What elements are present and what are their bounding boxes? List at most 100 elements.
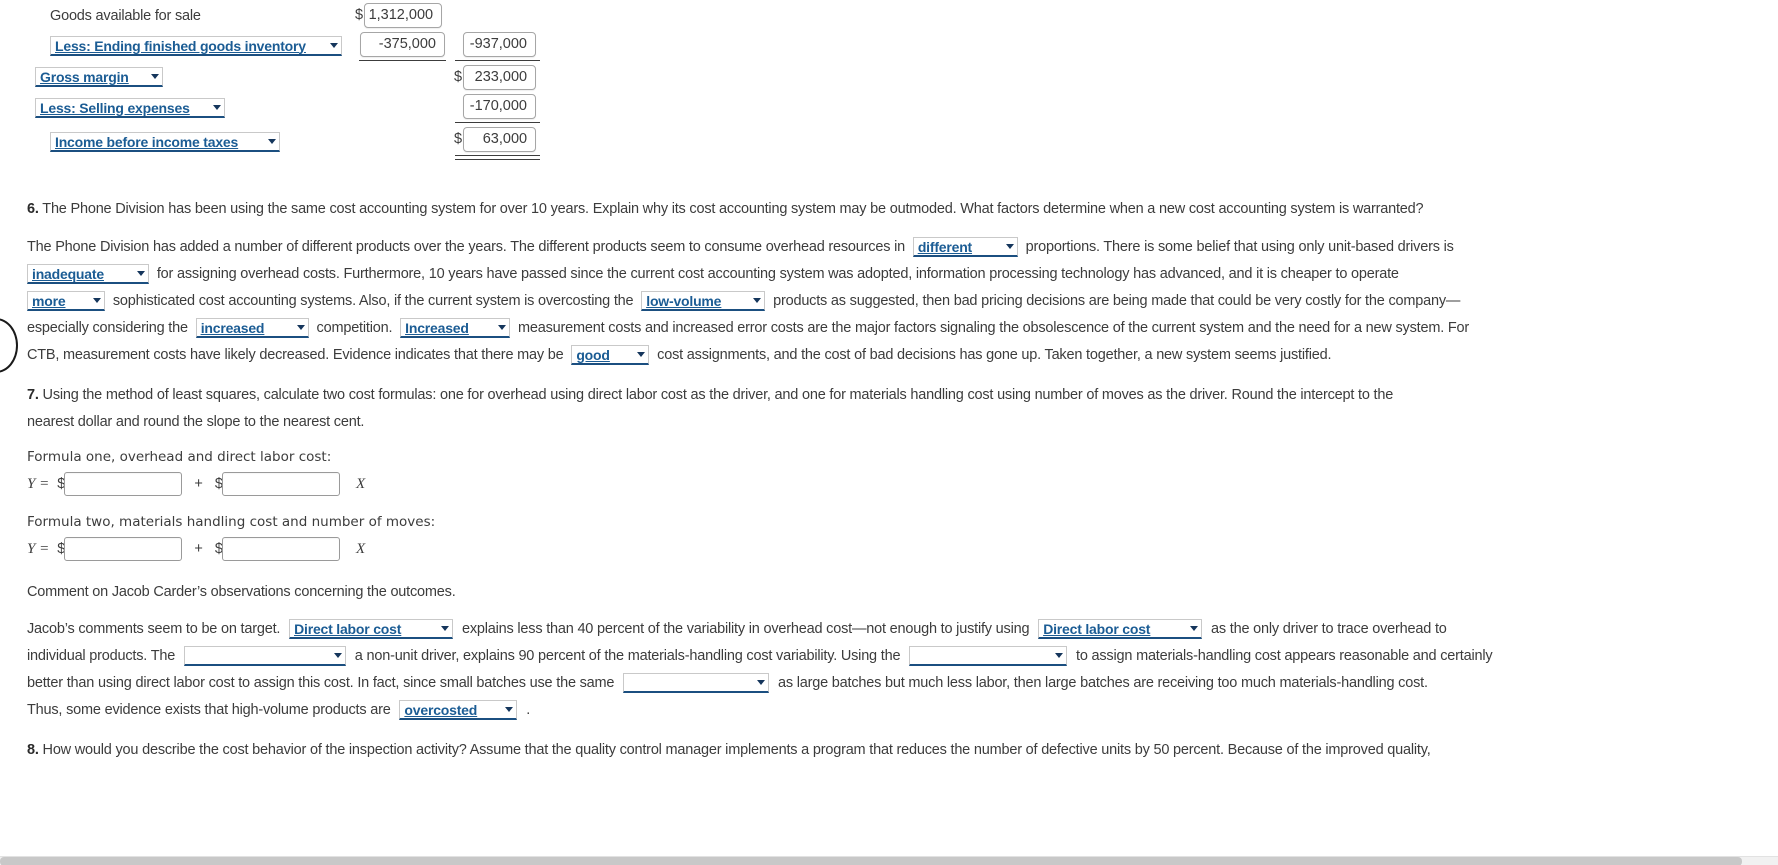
chevron-down-icon xyxy=(296,325,305,331)
q6-line5-text-b: cost assignments, and the cost of bad de… xyxy=(657,347,1332,363)
formula-two-y-label: Y = xyxy=(27,540,50,557)
income-statement-block: Goods available for sale $ 1,312,000 Les… xyxy=(0,0,620,165)
q6-line3-text-c: products as suggested, then bad pricing … xyxy=(773,293,1461,309)
chevron-down-icon xyxy=(151,74,159,79)
statement-rule-col2-a xyxy=(455,60,540,61)
q6-select-increased-competition[interactable]: increased xyxy=(195,318,309,339)
statement-select-income-before-taxes-label: Income before income taxes xyxy=(55,133,239,150)
q7-line2-text-b: a non-unit driver, explains 90 percent o… xyxy=(354,648,901,664)
statement-value-cogs[interactable]: -937,000 xyxy=(463,31,536,57)
q7-select-direct-labor-cost-1[interactable]: Direct labor cost xyxy=(289,619,454,640)
q6-select-different[interactable]: different xyxy=(912,237,1018,258)
q7-line2-text-a: individual products. The xyxy=(27,648,176,664)
q6-select-low-volume[interactable]: low-volume xyxy=(641,291,766,312)
q7-line4-text-a: Thus, some evidence exists that high-vol… xyxy=(27,702,391,718)
q6-select-increased-measurement-label: Increased xyxy=(405,319,469,336)
q7-select-non-unit-driver-1[interactable] xyxy=(183,646,346,667)
formula-two-x-label: X xyxy=(355,540,366,557)
q6-answer-line-5: CTB, measurement costs have likely decre… xyxy=(27,342,1332,369)
chevron-down-icon xyxy=(213,105,221,110)
q7-line2-text-c: to assign materials-handling cost appear… xyxy=(1076,648,1493,664)
statement-value-ending-inventory[interactable]: -375,000 xyxy=(360,31,445,57)
q7-line4-text-b: . xyxy=(526,702,531,718)
statement-value-gross-margin[interactable]: 233,000 xyxy=(463,64,537,90)
formula-one-slope-input[interactable] xyxy=(221,472,340,496)
dollar-sign: $ xyxy=(454,69,463,85)
q7-answer-line-3: better than using direct labor cost to a… xyxy=(27,670,1428,697)
dollar-sign: $ xyxy=(355,7,364,23)
formula-two-plus: + xyxy=(194,540,203,557)
q6-select-inadequate-label: inadequate xyxy=(32,265,104,282)
q6-select-more-label: more xyxy=(32,292,66,309)
statement-row-gross-margin: Gross margin xyxy=(35,64,163,90)
formula-two-row: Y = $ + $ X xyxy=(27,537,365,561)
q6-line4-text-b: competition. xyxy=(316,320,393,336)
q6-line4-text-c: measurement costs and increased error co… xyxy=(518,320,1470,336)
chevron-down-icon xyxy=(441,626,450,632)
statement-select-selling-expenses-label: Less: Selling expenses xyxy=(40,99,190,116)
dollar-sign: $ xyxy=(454,131,463,147)
statement-select-selling-expenses[interactable]: Less: Selling expenses xyxy=(35,98,225,118)
q7-answer-line-1: Jacob’s comments seem to be on target. D… xyxy=(27,616,1447,643)
chevron-down-icon xyxy=(137,271,145,277)
q6-select-increased-competition-label: increased xyxy=(200,319,265,336)
q7-line1-text-b: explains less than 40 percent of the var… xyxy=(461,621,1030,637)
q7-line1-text-c: as the only driver to trace overhead to xyxy=(1211,621,1447,637)
statement-label-goods-available: Goods available for sale xyxy=(50,8,201,24)
question-6-number: 6. xyxy=(27,201,39,217)
statement-select-income-before-taxes[interactable]: Income before income taxes xyxy=(50,132,280,152)
statement-value-selling-expenses[interactable]: -170,000 xyxy=(463,93,536,119)
question-7-number: 7. xyxy=(27,387,39,403)
q6-select-increased-measurement[interactable]: Increased xyxy=(400,318,511,339)
q7-select-non-unit-driver-3[interactable] xyxy=(623,673,770,694)
question-8-prompt-text: How would you describe the cost behavior… xyxy=(42,742,1431,758)
q6-answer-line-2: inadequate for assigning overhead costs.… xyxy=(27,261,1399,288)
formula-two-intercept-input[interactable] xyxy=(64,537,183,561)
q6-select-inadequate[interactable]: inadequate xyxy=(27,264,149,285)
q7-select-non-unit-driver-2[interactable] xyxy=(909,646,1068,667)
q6-select-good[interactable]: good xyxy=(571,345,650,366)
statement-value-goods-available-group: $ 1,312,000 xyxy=(355,2,443,28)
q7-select-overcosted[interactable]: overcosted xyxy=(399,700,518,721)
statement-row-income-before-taxes: Income before income taxes xyxy=(50,129,280,155)
statement-value-income-before-taxes[interactable]: 63,000 xyxy=(463,126,537,152)
q7-select-direct-labor-cost-2[interactable]: Direct labor cost xyxy=(1038,619,1203,640)
formula-two-slope-input[interactable] xyxy=(221,537,340,561)
chevron-down-icon xyxy=(333,653,342,659)
q6-answer-line-3: more sophisticated cost accounting syste… xyxy=(27,288,1460,315)
statement-rule-total-top xyxy=(455,155,540,156)
formula-one-plus: + xyxy=(194,475,203,492)
formula-one-intercept-input[interactable] xyxy=(64,472,183,496)
q7-select-overcosted-label: overcosted xyxy=(404,701,478,718)
q6-answer-line-4: especially considering the increased com… xyxy=(27,315,1469,342)
chevron-down-icon xyxy=(505,707,514,713)
chevron-down-icon xyxy=(93,298,101,304)
chevron-down-icon xyxy=(498,325,507,331)
statement-rule-col2-b xyxy=(455,122,540,123)
q6-select-more[interactable]: more xyxy=(27,291,105,312)
statement-select-ending-inventory[interactable]: Less: Ending finished goods inventory xyxy=(50,36,342,56)
q6-select-low-volume-label: low-volume xyxy=(646,292,722,309)
q7-comment-prompt: Comment on Jacob Carder’s observations c… xyxy=(27,584,456,600)
statement-select-ending-inventory-label: Less: Ending finished goods inventory xyxy=(55,37,306,54)
horizontal-scrollbar-thumb[interactable] xyxy=(0,857,1742,865)
chevron-down-icon xyxy=(1055,653,1064,659)
q7-line3-text-b: as large batches but much less labor, th… xyxy=(777,675,1428,691)
q6-select-good-label: good xyxy=(576,346,610,363)
horizontal-scrollbar[interactable] xyxy=(0,856,1778,865)
question-7-prompt-text-1: Using the method of least squares, calcu… xyxy=(42,387,1394,403)
formula-one-x-label: X xyxy=(355,475,366,492)
q7-select-direct-labor-cost-1-label: Direct labor cost xyxy=(294,620,402,637)
q6-line1-text-a: The Phone Division has added a number of… xyxy=(27,239,905,255)
statement-rule-total-bottom xyxy=(455,159,540,160)
statement-select-gross-margin-label: Gross margin xyxy=(40,68,129,85)
chevron-down-icon xyxy=(1005,244,1014,250)
question-8-number: 8. xyxy=(27,742,39,758)
statement-select-gross-margin[interactable]: Gross margin xyxy=(35,67,163,87)
chevron-down-icon xyxy=(268,139,276,144)
statement-value-goods-available[interactable]: 1,312,000 xyxy=(364,2,443,28)
statement-row-selling-expenses: Less: Selling expenses xyxy=(35,95,225,121)
statement-row-goods-available: Goods available for sale xyxy=(50,3,201,29)
statement-value-selling-expenses-group: -170,000 xyxy=(463,93,536,119)
question-7-prompt-text-2: nearest dollar and round the slope to th… xyxy=(27,414,365,430)
